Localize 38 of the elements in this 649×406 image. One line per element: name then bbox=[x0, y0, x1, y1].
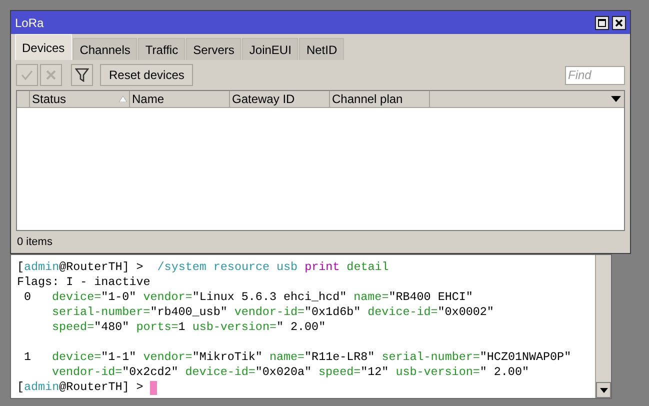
tab[interactable]: Devices bbox=[15, 34, 72, 60]
find-field[interactable]: Find bbox=[565, 66, 625, 84]
terminal-line: speed="480" ports=1 usb-version=" 2.00" bbox=[52, 320, 326, 334]
terminal-line: device="1-1" vendor="MikroTik" name="R11e-LR8" serial-number="HCZ01NWAP0P" bbox=[52, 350, 572, 364]
tab[interactable]: Channels bbox=[72, 38, 138, 60]
status-bar-text: 0 items bbox=[17, 234, 52, 250]
filter-icon bbox=[75, 68, 89, 82]
cross-icon bbox=[45, 69, 57, 81]
tab[interactable]: Traffic bbox=[138, 38, 186, 60]
down-arrow-icon bbox=[600, 388, 608, 392]
column-header[interactable]: Status bbox=[30, 91, 130, 107]
terminal-line: serial-number="rb400_usb" vendor-id="0x1d6b" device-id="0x0002" bbox=[52, 305, 494, 319]
column-menu-arrow-icon[interactable] bbox=[611, 96, 621, 102]
maximize-button[interactable] bbox=[595, 16, 609, 30]
sort-arrow-icon bbox=[119, 96, 127, 102]
scroll-down-button[interactable] bbox=[596, 382, 611, 398]
close-button[interactable] bbox=[612, 16, 626, 30]
check-icon bbox=[21, 69, 33, 81]
column-header[interactable]: Channel plan bbox=[330, 91, 430, 107]
column-header[interactable]: Gateway ID bbox=[230, 91, 330, 107]
close-icon bbox=[615, 18, 623, 26]
terminal-line: device="1-0" vendor="Linux 5.6.3 ehci_hcd" name="RB400 EHCI" bbox=[52, 290, 473, 304]
entry-number: 0 bbox=[23, 290, 32, 306]
filter-button[interactable] bbox=[71, 64, 93, 86]
terminal-line: vendor-id="0x2cd2" device-id="0x020a" speed="12" usb-version=" 2.00" bbox=[52, 365, 529, 379]
window-title: LoRa bbox=[15, 14, 44, 32]
terminal-line: [admin@RouterTH] > /system resource usb print detail bbox=[17, 260, 389, 274]
terminal-line: Flags: I - inactive bbox=[17, 275, 150, 289]
maximize-icon bbox=[598, 18, 606, 26]
tab[interactable]: JoinEUI bbox=[242, 38, 298, 60]
scrollbar[interactable] bbox=[595, 255, 611, 398]
terminal-line: [admin@RouterTH] > bbox=[17, 380, 144, 395]
tab[interactable]: NetID bbox=[299, 38, 344, 60]
entry-number: 1 bbox=[23, 350, 32, 366]
text-cursor bbox=[150, 380, 158, 394]
column-header[interactable]: Name bbox=[130, 91, 230, 107]
reset-devices-button[interactable]: Reset devices bbox=[100, 64, 194, 86]
tab[interactable]: Servers bbox=[186, 38, 242, 60]
